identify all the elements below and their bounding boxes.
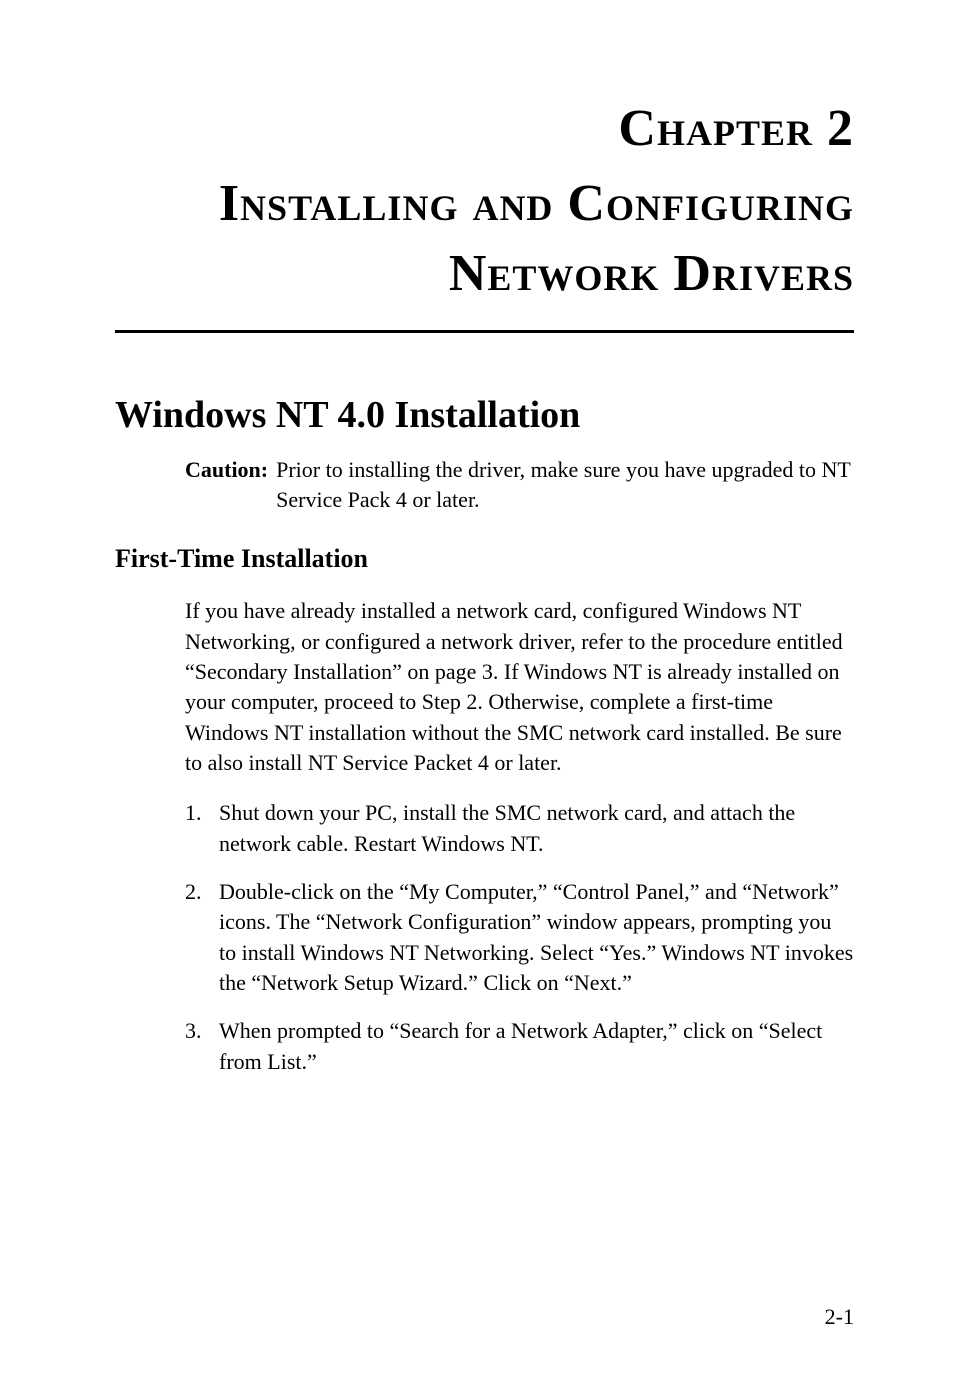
steps-list: Shut down your PC, install the SMC netwo… bbox=[185, 798, 854, 1077]
caution-label: Caution: bbox=[185, 455, 268, 517]
title-rule bbox=[115, 330, 854, 333]
subsection-heading: First-Time Installation bbox=[115, 544, 854, 574]
chapter-title-line1: Installing and Configuring bbox=[219, 175, 854, 232]
step-item: When prompted to “Search for a Network A… bbox=[185, 1016, 854, 1077]
page-number: 2-1 bbox=[825, 1304, 854, 1330]
caution-block: Caution: Prior to installing the driver,… bbox=[185, 455, 854, 517]
caution-text: Prior to installing the driver, make sur… bbox=[268, 455, 854, 517]
page-container: Chapter 2 Installing and Configuring Net… bbox=[0, 0, 954, 1388]
step-item: Double-click on the “My Computer,” “Cont… bbox=[185, 877, 854, 998]
chapter-title-line2: Network Drivers bbox=[449, 245, 854, 302]
intro-paragraph: If you have already installed a network … bbox=[185, 596, 854, 778]
section-heading: Windows NT 4.0 Installation bbox=[115, 393, 854, 437]
chapter-label: Chapter 2 bbox=[115, 100, 854, 157]
step-item: Shut down your PC, install the SMC netwo… bbox=[185, 798, 854, 859]
chapter-title: Installing and Configuring Network Drive… bbox=[115, 169, 854, 309]
